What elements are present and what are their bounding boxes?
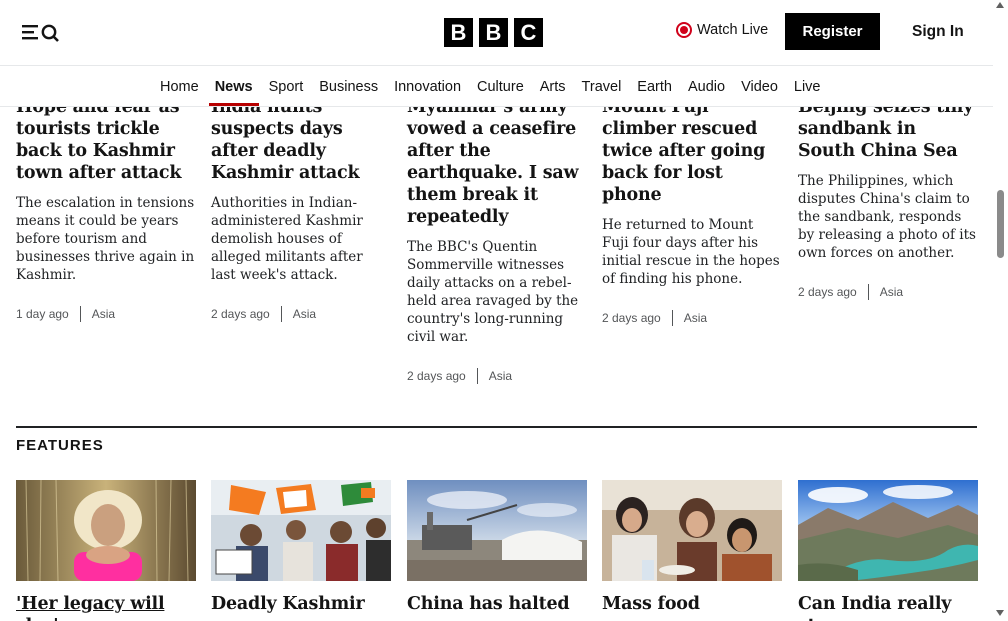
features-divider: [16, 426, 977, 428]
story-section[interactable]: Asia: [880, 285, 903, 299]
story-meta: 1 day ago Asia: [16, 306, 196, 322]
story-section[interactable]: Asia: [92, 307, 115, 321]
logo-letter: C: [514, 18, 543, 47]
register-button[interactable]: Register: [785, 13, 880, 50]
sign-in-link[interactable]: Sign In: [912, 23, 964, 41]
live-indicator-icon: [676, 22, 692, 38]
story-time: 1 day ago: [16, 307, 69, 321]
story-card[interactable]: Hope and fear as tourists trickle back t…: [16, 96, 196, 322]
logo-letter: B: [479, 18, 508, 47]
nav-item-arts[interactable]: Arts: [540, 79, 566, 95]
story-headline[interactable]: Hope and fear as tourists trickle back t…: [16, 96, 196, 184]
scroll-up-arrow-icon[interactable]: [996, 2, 1004, 8]
students-eating-photo[interactable]: [602, 480, 782, 581]
feature-headline[interactable]: 'Her legacy will slay':: [16, 593, 196, 621]
meta-divider: [79, 306, 81, 322]
bbc-logo[interactable]: B B C: [444, 18, 543, 47]
logo-letter: B: [444, 18, 473, 47]
story-headline[interactable]: Myanmar's army vowed a ceasefire after t…: [407, 96, 587, 228]
page-scrollbar[interactable]: [993, 0, 1008, 621]
story-meta: 2 days ago Asia: [602, 310, 782, 326]
feature-card[interactable]: 'Her legacy will slay':: [16, 480, 196, 621]
nav-item-travel[interactable]: Travel: [582, 79, 622, 95]
river-valley-photo[interactable]: [798, 480, 978, 581]
story-meta: 2 days ago Asia: [798, 284, 978, 300]
protest-flags-photo[interactable]: [211, 480, 391, 581]
feature-card[interactable]: Deadly Kashmir: [211, 480, 391, 615]
nav-item-business[interactable]: Business: [319, 79, 378, 95]
story-card[interactable]: Mount Fuji climber rescued twice after g…: [602, 96, 782, 326]
story-time: 2 days ago: [798, 285, 857, 299]
story-headline-rest[interactable]: tourists trickle back to Kashmir town af…: [16, 119, 181, 183]
story-time: 2 days ago: [211, 307, 270, 321]
section-nav: Home News Sport Business Innovation Cult…: [160, 79, 837, 106]
story-section[interactable]: Asia: [293, 307, 316, 321]
watch-live-label: Watch Live: [697, 22, 769, 38]
meta-divider: [867, 284, 869, 300]
nav-item-live[interactable]: Live: [794, 79, 821, 95]
nav-item-home[interactable]: Home: [160, 79, 199, 95]
story-time: 2 days ago: [602, 311, 661, 325]
story-headline-rest[interactable]: sandbank in South China Sea: [798, 119, 958, 161]
story-meta: 2 days ago Asia: [211, 306, 391, 322]
feature-card[interactable]: China has halted: [407, 480, 587, 615]
story-headline[interactable]: Mount Fuji climber rescued twice after g…: [602, 96, 782, 206]
feature-headline[interactable]: China has halted: [407, 593, 587, 615]
nav-divider: [0, 65, 993, 66]
feature-headline[interactable]: Deadly Kashmir: [211, 593, 391, 615]
story-card[interactable]: Beijing seizes tiny sandbank in South Ch…: [798, 96, 978, 300]
nav-item-culture[interactable]: Culture: [477, 79, 524, 95]
watch-live-link[interactable]: Watch Live: [676, 22, 768, 38]
menu-search-icon[interactable]: [20, 20, 64, 46]
story-summary: He returned to Mount Fuji four days afte…: [602, 217, 780, 287]
features-heading: FEATURES: [16, 437, 104, 454]
scroll-down-arrow-icon[interactable]: [996, 610, 1004, 616]
nav-item-earth[interactable]: Earth: [637, 79, 672, 95]
nav-item-audio[interactable]: Audio: [688, 79, 725, 95]
nav-item-video[interactable]: Video: [741, 79, 778, 95]
story-time: 2 days ago: [407, 369, 466, 383]
industrial-plant-photo[interactable]: [407, 480, 587, 581]
story-section[interactable]: Asia: [489, 369, 512, 383]
story-meta: 2 days ago Asia: [407, 368, 587, 384]
meta-divider: [476, 368, 478, 384]
story-summary: The Philippines, which disputes China's …: [798, 173, 976, 261]
story-section[interactable]: Asia: [684, 311, 707, 325]
story-card[interactable]: Myanmar's army vowed a ceasefire after t…: [407, 96, 587, 384]
site-header: B B C Watch Live Register Sign In Home N…: [0, 0, 993, 107]
story-summary: The BBC's Quentin Sommerville witnesses …: [407, 239, 579, 345]
story-headline[interactable]: India hunts suspects days after deadly K…: [211, 96, 391, 184]
nav-item-sport[interactable]: Sport: [269, 79, 304, 95]
feature-headline[interactable]: Can India really stop: [798, 593, 978, 621]
story-summary: The escalation in tensions means it coul…: [16, 195, 195, 283]
story-headline-rest[interactable]: vowed a ceasefire after the earthquake. …: [407, 119, 579, 227]
story-summary: Authorities in Indian-administered Kashm…: [211, 195, 363, 283]
story-card[interactable]: India hunts suspects days after deadly K…: [211, 96, 391, 322]
nav-item-innovation[interactable]: Innovation: [394, 79, 461, 95]
drag-performer-photo[interactable]: [16, 480, 196, 581]
feature-headline[interactable]: Mass food: [602, 593, 782, 615]
feature-card[interactable]: Mass food: [602, 480, 782, 615]
scrollbar-thumb[interactable]: [997, 190, 1004, 258]
meta-divider: [671, 310, 673, 326]
nav-item-news[interactable]: News: [208, 79, 259, 106]
feature-card[interactable]: Can India really stop: [798, 480, 978, 621]
meta-divider: [280, 306, 282, 322]
